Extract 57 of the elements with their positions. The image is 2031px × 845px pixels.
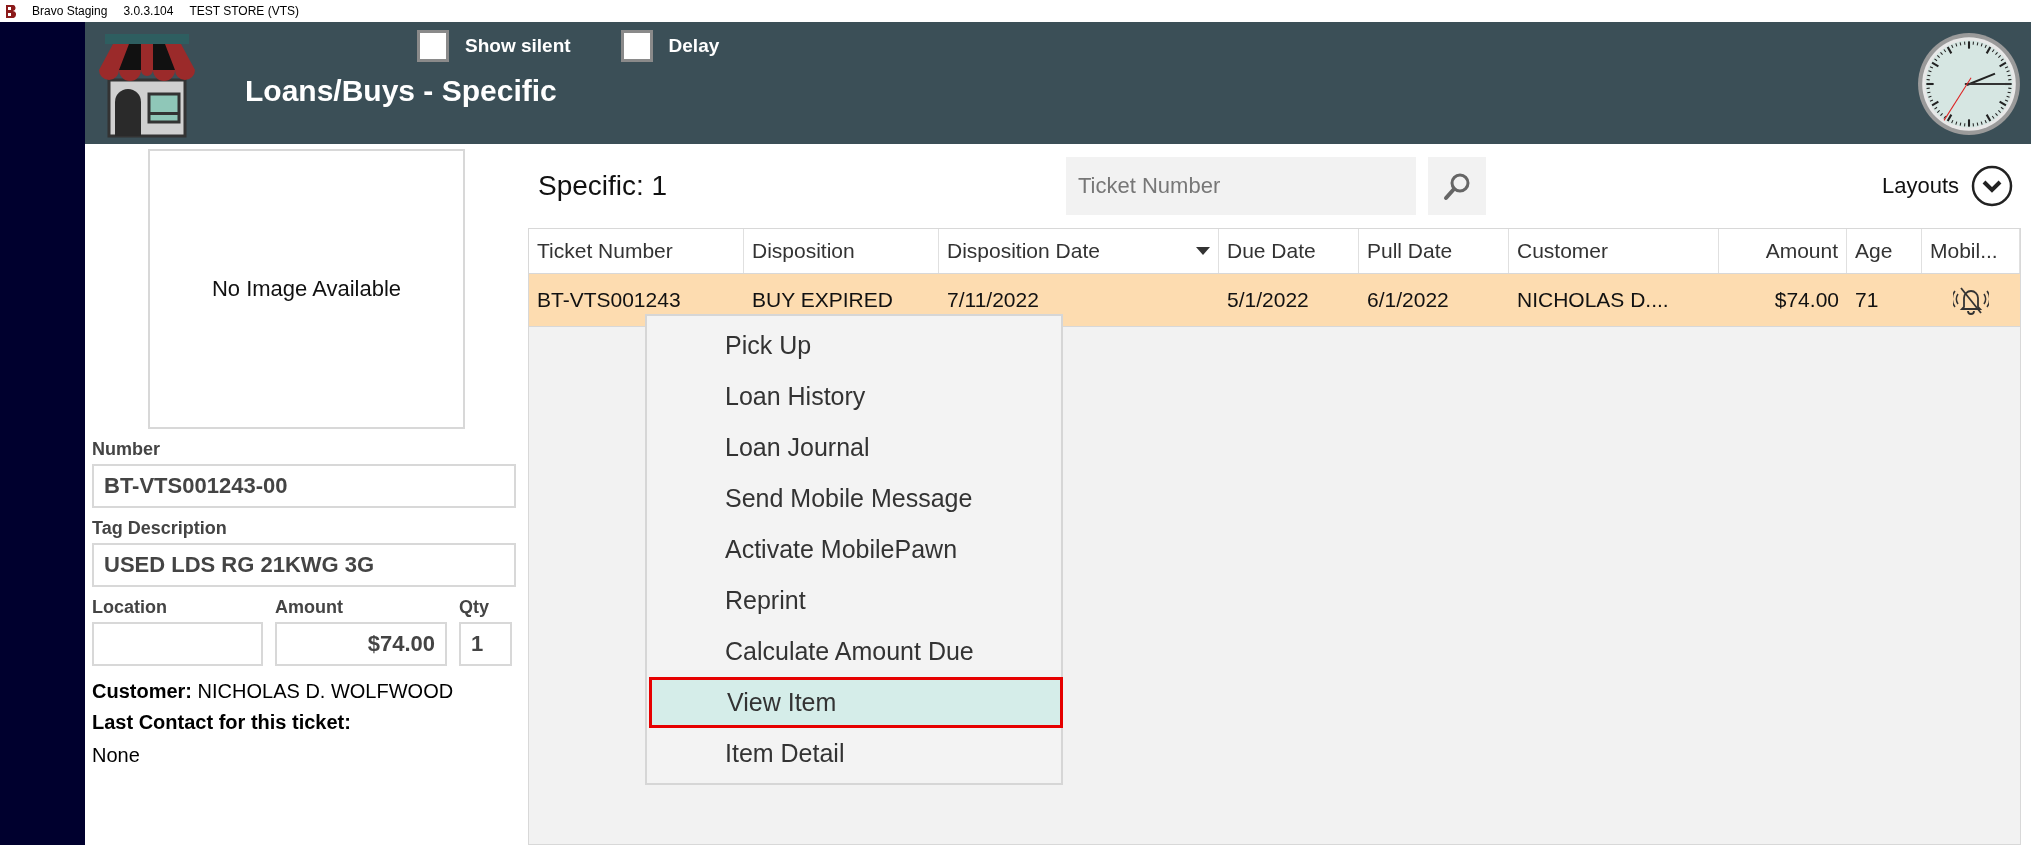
search-icon [1442, 171, 1472, 201]
menu-item[interactable]: Reprint [647, 575, 1061, 626]
checkbox-label: Show silent [465, 35, 571, 57]
input-field[interactable]: BT-VTS001243-00 [92, 464, 516, 508]
input-field[interactable]: USED LDS RG 21KWG 3G [92, 543, 516, 587]
column-header[interactable]: Pull Date [1359, 229, 1509, 273]
menu-item[interactable]: Loan History [647, 371, 1061, 422]
table-cell-text: 6/1/2022 [1366, 287, 1450, 313]
table-cell-text: 71 [1854, 287, 1880, 313]
menu-item[interactable]: View Item [649, 677, 1063, 728]
table-cell-text: $74.00 [1773, 287, 1840, 313]
menu-item[interactable]: Send Mobile Message [647, 473, 1061, 524]
input-field[interactable] [92, 622, 263, 666]
table-cell-text: 7/11/2022 [946, 287, 1040, 313]
app-logo-icon [6, 4, 16, 18]
clock-icon [1917, 32, 2021, 136]
column-header[interactable]: Disposition [744, 229, 939, 273]
table-cell-text: BUY EXPIRED [751, 287, 894, 313]
column-header[interactable]: Amount [1719, 229, 1847, 273]
field-label: Number [92, 439, 161, 460]
app-version: 3.0.3.104 [123, 4, 174, 18]
input-field[interactable]: 1 [459, 622, 512, 666]
field-label: Location [92, 597, 168, 618]
page-title: Loans/Buys - Specific [245, 74, 558, 108]
store-name: TEST STORE (VTS) [189, 4, 299, 18]
field-label: Tag Description [92, 518, 228, 539]
menu-item[interactable]: Activate MobilePawn [647, 524, 1061, 575]
menu-item[interactable]: Loan Journal [647, 422, 1061, 473]
customer-text: Customer: NICHOLAS D. WOLFWOOD [92, 680, 455, 703]
chevron-down-icon [1971, 165, 2013, 207]
menu-item[interactable]: Calculate Amount Due [647, 626, 1061, 677]
column-header[interactable]: Customer [1509, 229, 1719, 273]
last-contact-label: Last Contact for this ticket: [92, 711, 352, 734]
menu-item[interactable]: Item Detail [647, 728, 1061, 779]
column-header[interactable]: Disposition Date [939, 229, 1219, 273]
column-header[interactable]: Mobil... [1922, 229, 2020, 273]
table-row[interactable]: BT-VTS001243 BUY EXPIRED 7/11/2022 5/1/2022 6/1/2022 NICHOLAS D.... $74.00 71 [529, 274, 2020, 327]
sort-arrow-icon [1196, 247, 1210, 255]
table-cell-text: 5/1/2022 [1226, 287, 1310, 313]
app-name: Bravo Staging [32, 4, 108, 18]
list-heading: Specific: 1 [538, 170, 669, 202]
layouts-button[interactable]: Layouts [1881, 165, 2021, 207]
input-field[interactable]: $74.00 [275, 622, 447, 666]
field-label: Qty [459, 597, 490, 618]
last-contact-value: None [92, 744, 141, 767]
search-field[interactable]: Ticket Number [1066, 157, 1416, 215]
field-label: Amount [275, 597, 344, 618]
table-cell-text: NICHOLAS D.... [1516, 287, 1670, 313]
checkbox[interactable] [620, 30, 653, 62]
column-header[interactable]: Age [1847, 229, 1922, 273]
table-cell-text: BT-VTS001243 [536, 287, 682, 313]
column-header[interactable]: Ticket Number [529, 229, 744, 273]
checkbox-label: Delay [668, 35, 720, 57]
checkbox[interactable] [417, 30, 449, 62]
search-button[interactable] [1428, 157, 1486, 215]
no-image-text: No Image Available [211, 276, 402, 302]
column-header[interactable]: Due Date [1219, 229, 1359, 273]
